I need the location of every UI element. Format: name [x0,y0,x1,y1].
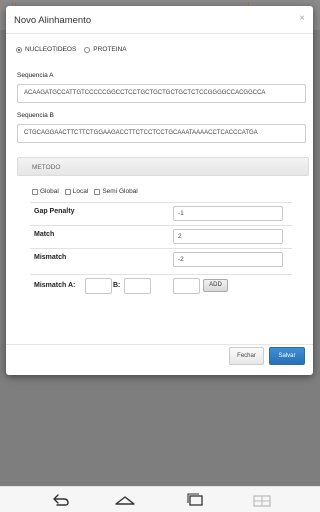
checkbox-semi-global-label: Semi Global [102,188,138,195]
save-button[interactable]: Salvar [269,347,305,365]
match-row: Match 2 [30,225,292,248]
mismatch-value-input[interactable] [173,278,200,294]
mismatch-a-label: Mismatch A: [34,282,76,289]
sequence-b-label: Sequencia B [17,112,54,119]
method-header-label: METODO [32,164,61,171]
mismatch-input[interactable]: -2 [173,252,283,267]
checkbox-icon[interactable] [64,188,71,195]
checkbox-semi-global[interactable]: Semi Global [94,188,138,195]
gap-penalty-label: Gap Penalty [34,208,75,215]
footer-divider [6,344,313,345]
sequence-a-label: Sequencia A [17,72,54,79]
radio-proteina-label: PROTEINA [93,46,127,53]
checkbox-icon[interactable] [32,188,38,195]
mismatch-row: Mismatch -2 [30,248,292,271]
mismatch-a-input[interactable] [85,278,112,294]
mismatch-label: Mismatch [34,254,67,261]
screenshot-icon[interactable] [251,491,273,509]
new-alignment-dialog: Novo Alinhamento × NUCLEOTIDEOS PROTEINA… [6,6,313,375]
radio-selected-icon[interactable] [16,46,22,53]
checkbox-local[interactable]: Local [64,188,89,195]
checkbox-icon[interactable] [94,188,101,195]
dialog-title: Novo Alinhamento [14,15,92,26]
radio-unselected-icon[interactable] [84,46,91,53]
mismatch-b-label: B: [113,282,121,289]
sequence-a-input[interactable]: ACAAGATGCCATTGTCCCCCGGCCTCCTGCTGCTGCTGCT… [17,84,306,103]
match-input[interactable]: 2 [173,229,283,244]
checkbox-global[interactable]: Global [32,188,59,195]
close-icon[interactable]: × [299,13,305,24]
checkbox-local-label: Local [72,188,89,195]
sequence-b-input[interactable]: CTGCAGGAACTTCTTCTGGAAGACCTTCTCCTCCTGCAAA… [17,124,306,143]
method-options: Global Local Semi Global [32,188,144,195]
android-navigation-bar [0,486,320,512]
radio-nucleotideos[interactable]: NUCLEOTIDEOS [16,46,76,53]
radio-nucleotideos-label: NUCLEOTIDEOS [25,46,77,53]
dialog-header: Novo Alinhamento × [6,6,313,34]
match-label: Match [34,231,55,238]
sequence-type-options: NUCLEOTIDEOS PROTEINA [16,46,135,53]
mismatch-pair-row: Mismatch A: B: ADD [30,274,292,294]
home-icon[interactable] [114,491,136,509]
add-button[interactable]: ADD [203,279,228,292]
gap-penalty-input[interactable]: -1 [173,206,283,221]
checkbox-global-label: Global [40,188,59,195]
gap-penalty-row: Gap Penalty -1 [30,202,292,225]
method-section-header: METODO [17,157,309,176]
recent-apps-icon[interactable] [184,491,206,509]
mismatch-b-input[interactable] [124,278,151,294]
back-icon[interactable] [49,491,71,509]
radio-proteina[interactable]: PROTEINA [84,46,127,53]
close-button[interactable]: Fechar [229,347,264,365]
